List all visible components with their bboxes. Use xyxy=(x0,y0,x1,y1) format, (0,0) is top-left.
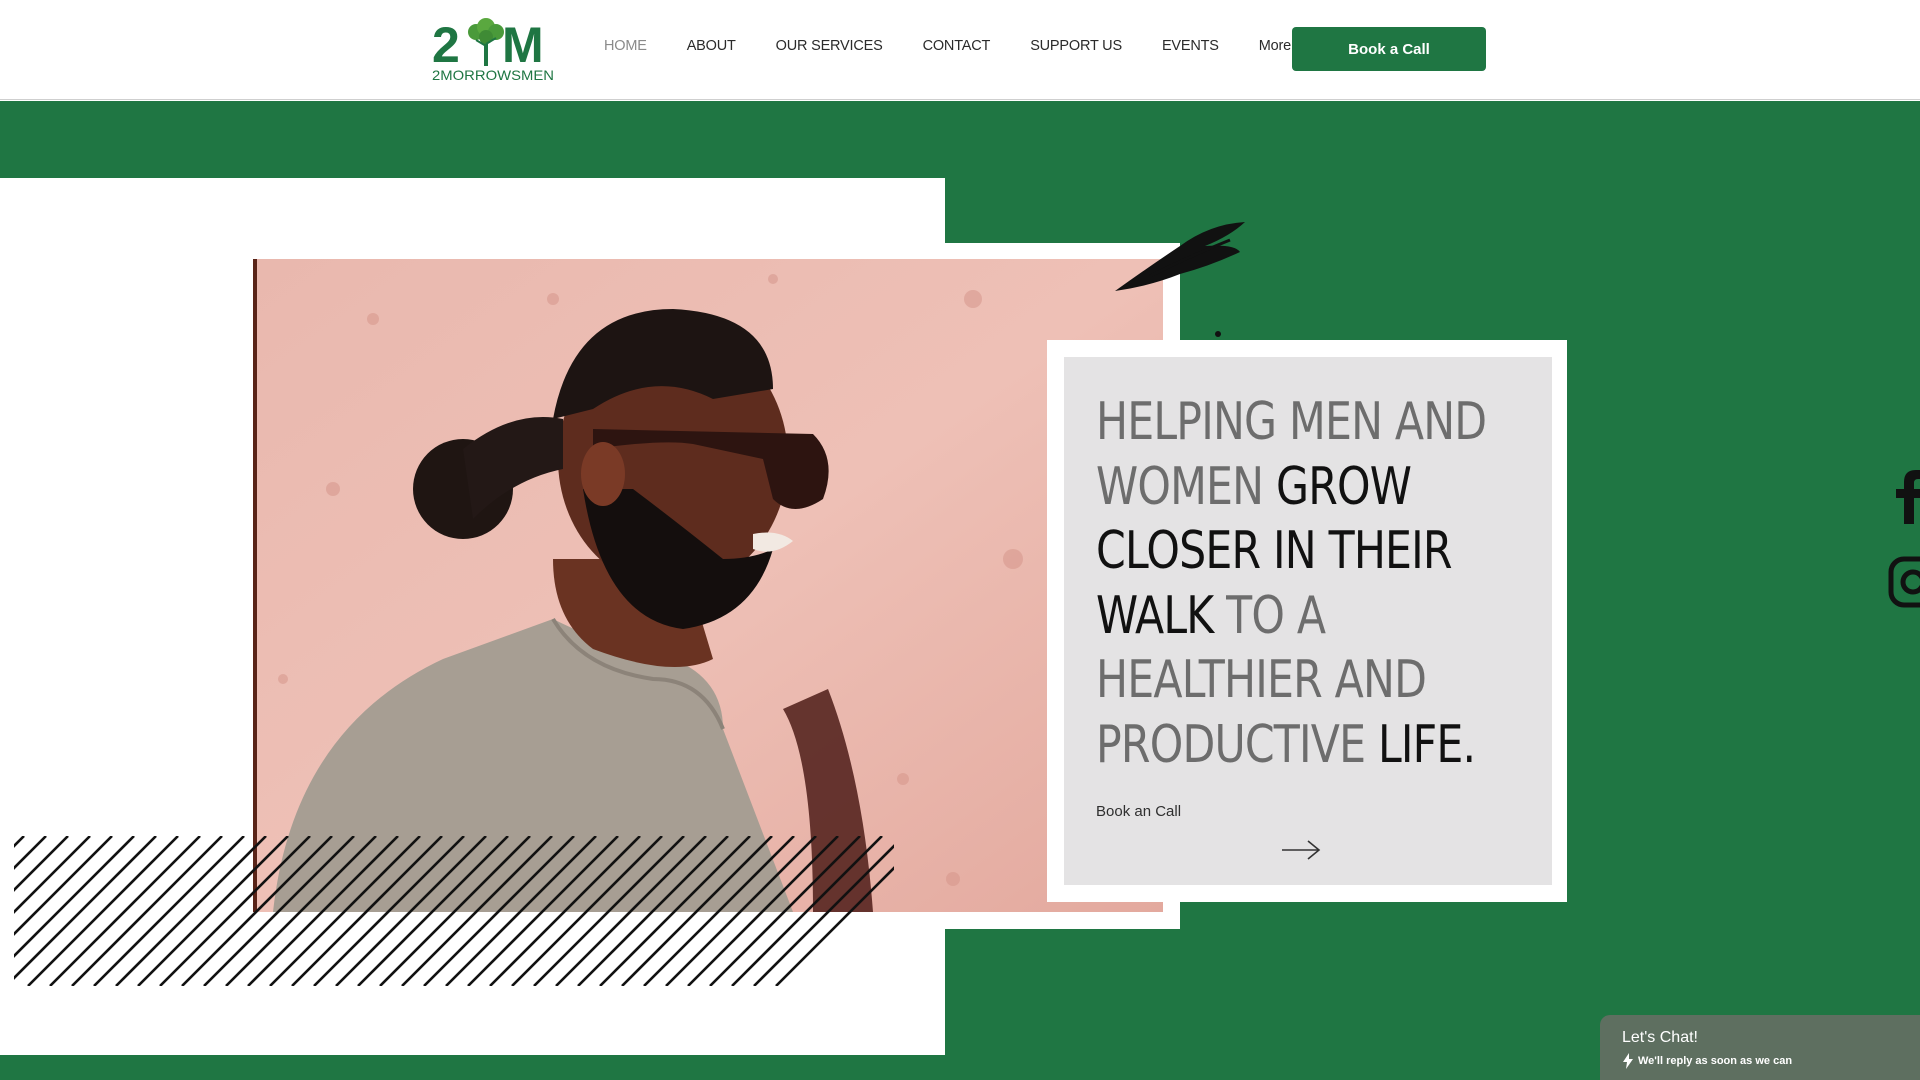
hatch-line xyxy=(269,836,421,986)
hatch-line xyxy=(753,844,894,986)
hatch-line xyxy=(379,836,531,986)
headline-part: HELPING MEN AND xyxy=(1096,392,1487,452)
hatch-line xyxy=(225,836,377,986)
nav-support-us[interactable]: SUPPORT US xyxy=(1030,38,1122,54)
book-an-call-link[interactable]: Book an Call xyxy=(1096,803,1181,820)
hatch-line xyxy=(27,836,179,986)
hatch-line xyxy=(533,836,685,986)
hatch-line xyxy=(687,836,839,986)
instagram-icon[interactable] xyxy=(1888,556,1920,610)
hatch-line xyxy=(335,836,487,986)
hatch-line xyxy=(467,836,619,986)
headline-part: CLOSER IN THEIR xyxy=(1096,521,1453,581)
hatch-line xyxy=(71,836,223,986)
nav-contact[interactable]: CONTACT xyxy=(923,38,991,54)
chat-widget[interactable]: Let's Chat! We'll reply as soon as we ca… xyxy=(1600,1015,1920,1080)
hatch-line xyxy=(137,836,289,986)
site-logo[interactable]: 2 M 2MORROWSMEN xyxy=(432,18,556,82)
hatch-line xyxy=(621,836,773,986)
svg-text:M: M xyxy=(502,18,544,73)
nav-more[interactable]: More xyxy=(1259,38,1291,54)
headline-part: LIFE. xyxy=(1377,714,1476,775)
nav-about[interactable]: ABOUT xyxy=(687,38,736,54)
logo-wordmark: 2MORROWSMEN xyxy=(432,67,554,82)
hatch-line xyxy=(643,836,795,986)
headline-part: TO A xyxy=(1226,585,1326,646)
nav-events[interactable]: EVENTS xyxy=(1162,38,1219,54)
diagonal-hatch-pattern xyxy=(14,836,894,986)
hatch-line xyxy=(709,836,861,986)
hatch-line xyxy=(511,836,663,986)
headline-part: WALK xyxy=(1096,585,1227,646)
headline-part: GROW xyxy=(1275,456,1412,517)
hero-headline: HELPING MEN AND WOMEN GROW CLOSER IN THE… xyxy=(1096,390,1539,777)
svg-text:2: 2 xyxy=(432,18,460,73)
hatch-line xyxy=(599,836,751,986)
hatch-line xyxy=(731,836,883,986)
hatch-line xyxy=(577,836,729,986)
hatch-line xyxy=(115,836,267,986)
arrow-right-icon[interactable] xyxy=(1280,838,1322,862)
hatch-line xyxy=(445,836,597,986)
hatch-line xyxy=(423,836,575,986)
hatch-line xyxy=(203,836,355,986)
hatch-line xyxy=(181,836,333,986)
hatch-line xyxy=(313,836,465,986)
facebook-icon[interactable] xyxy=(1890,468,1920,524)
nav-our-services[interactable]: OUR SERVICES xyxy=(776,38,883,54)
headline-part: PRODUCTIVE xyxy=(1096,714,1378,775)
hatch-line xyxy=(489,836,641,986)
hatch-line xyxy=(49,836,201,986)
hatch-line xyxy=(665,836,817,986)
headline-part: HEALTHIER AND xyxy=(1096,650,1427,710)
hatch-line xyxy=(93,836,245,986)
site-header: 2 M 2MORROWSMEN HOME ABOUT OUR SERVICES … xyxy=(0,0,1920,100)
chat-subtitle: We'll reply as soon as we can xyxy=(1638,1055,1793,1067)
hatch-line xyxy=(159,836,311,986)
headline-part: WOMEN xyxy=(1096,456,1276,517)
lightning-icon xyxy=(1623,1053,1633,1069)
book-a-call-button[interactable]: Book a Call xyxy=(1292,27,1486,71)
hatch-line xyxy=(357,836,509,986)
main-nav: HOME ABOUT OUR SERVICES CONTACT SUPPORT … xyxy=(604,38,1331,54)
hatch-line xyxy=(555,836,707,986)
hero-photo xyxy=(253,259,1163,912)
nav-home[interactable]: HOME xyxy=(604,38,647,54)
hatch-line xyxy=(247,836,399,986)
hatch-line xyxy=(291,836,443,986)
chat-title: Let's Chat! xyxy=(1622,1029,1698,1046)
hatch-line xyxy=(401,836,553,986)
